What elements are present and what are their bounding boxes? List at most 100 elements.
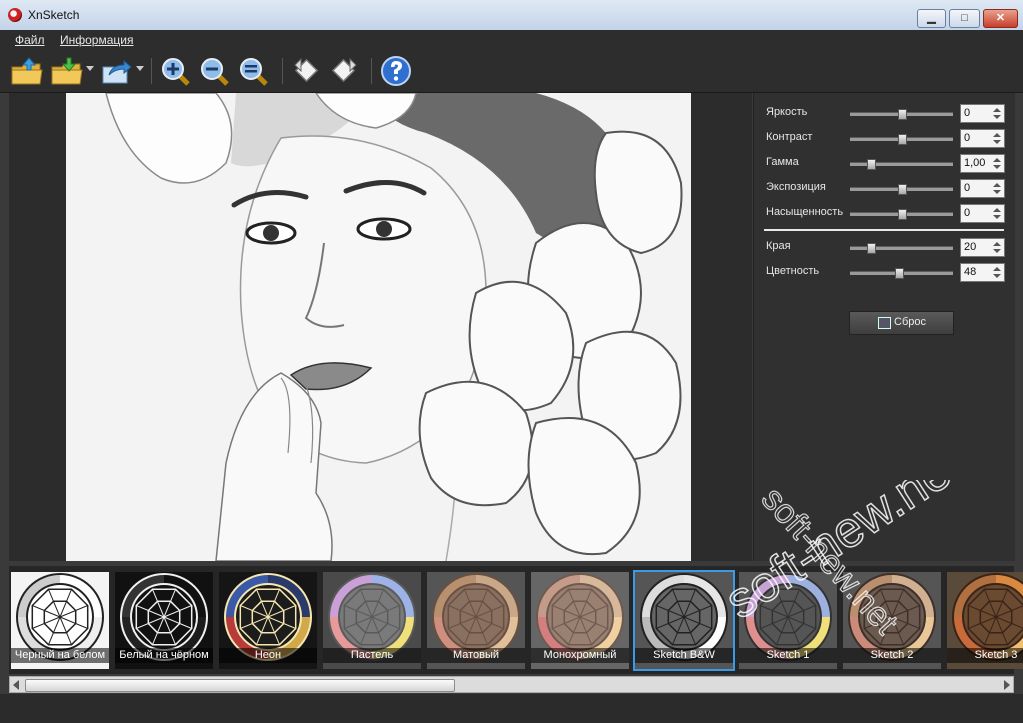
help-button[interactable]	[379, 55, 413, 87]
app-logo-icon	[8, 8, 22, 22]
preset-thumb[interactable]: Пастель	[323, 572, 421, 669]
slider-label: Цветность	[766, 265, 820, 277]
slider-thumb[interactable]	[866, 243, 876, 254]
spin-down-icon[interactable]	[993, 274, 1001, 278]
export-dropdown-caret-icon[interactable]	[136, 66, 144, 71]
spinbox-value[interactable]: 0	[964, 107, 970, 119]
slider-label: Гамма	[766, 156, 799, 168]
slider-thumb[interactable]	[897, 109, 907, 120]
spin-up-icon[interactable]	[993, 267, 1001, 271]
slider-row-2: Гамма 1,00	[754, 153, 1015, 173]
preset-thumb[interactable]: Белый на чёрном	[115, 572, 213, 669]
slider-label: Контраст	[766, 131, 813, 143]
spin-up-icon[interactable]	[993, 208, 1001, 212]
value-spinbox[interactable]: 48	[960, 263, 1005, 282]
slider-thumb[interactable]	[897, 184, 907, 195]
slider-thumb[interactable]	[866, 159, 876, 170]
adjustments-panel: Яркость 0 Контраст 0 Гамма 1,00 Экспозиция 0 Нас…	[753, 93, 1015, 561]
zoom-fit-button[interactable]	[237, 55, 271, 87]
toolbar-separator	[282, 58, 283, 84]
spin-down-icon[interactable]	[993, 249, 1001, 253]
preset-strip: Черный на белом Белый на чёрном Неон Пастел…	[9, 566, 1023, 674]
status-bar	[0, 694, 1023, 723]
slider-row-0: Края 20	[754, 237, 1015, 257]
canvas-area[interactable]	[9, 93, 752, 561]
slider-thumb[interactable]	[897, 209, 907, 220]
slider-track[interactable]	[850, 159, 953, 170]
spinbox-value[interactable]: 0	[964, 207, 970, 219]
rotate-right-button[interactable]	[327, 55, 361, 87]
scroll-right-icon[interactable]	[1004, 680, 1010, 690]
value-spinbox[interactable]: 0	[960, 104, 1005, 123]
reset-button[interactable]: Сброс	[849, 311, 954, 335]
slider-track[interactable]	[850, 268, 953, 279]
menu-info[interactable]: Информация	[60, 33, 133, 47]
slider-thumb[interactable]	[895, 268, 905, 279]
preset-thumb[interactable]: Sketch 3	[947, 572, 1023, 669]
value-spinbox[interactable]: 0	[960, 179, 1005, 198]
zoom-out-button[interactable]	[198, 55, 232, 87]
spin-up-icon[interactable]	[993, 183, 1001, 187]
maximize-button[interactable]: □	[949, 9, 980, 28]
export-icon	[102, 59, 132, 84]
preset-label: Белый на чёрном	[115, 648, 213, 663]
value-spinbox[interactable]: 0	[960, 204, 1005, 223]
value-spinbox[interactable]: 20	[960, 238, 1005, 257]
scrollbar-thumb[interactable]	[25, 679, 455, 692]
spin-up-icon[interactable]	[993, 133, 1001, 137]
close-button[interactable]: ✕	[983, 9, 1018, 28]
sketch-preview-image[interactable]	[66, 93, 691, 561]
spinbox-value[interactable]: 48	[964, 266, 976, 278]
spin-down-icon[interactable]	[993, 190, 1001, 194]
preset-thumb[interactable]: Монохромный	[531, 572, 629, 669]
slider-track[interactable]	[850, 134, 953, 145]
open-button[interactable]	[10, 55, 44, 87]
spin-up-icon[interactable]	[993, 108, 1001, 112]
value-spinbox[interactable]: 1,00	[960, 154, 1005, 173]
spinbox-value[interactable]: 1,00	[964, 157, 985, 169]
slider-track[interactable]	[850, 184, 953, 195]
spin-down-icon[interactable]	[993, 115, 1001, 119]
export-button[interactable]	[100, 55, 134, 87]
slider-row-4: Насыщенность 0	[754, 203, 1015, 223]
spin-down-icon[interactable]	[993, 165, 1001, 169]
menu-file[interactable]: Файл	[15, 33, 45, 47]
panel-divider	[764, 229, 1004, 231]
spin-down-icon[interactable]	[993, 215, 1001, 219]
preset-label: Sketch B&W	[635, 648, 733, 663]
slider-label: Экспозиция	[766, 181, 826, 193]
save-dropdown-caret-icon[interactable]	[86, 66, 94, 71]
save-button[interactable]	[50, 55, 84, 87]
slider-thumb[interactable]	[897, 134, 907, 145]
spin-down-icon[interactable]	[993, 140, 1001, 144]
zoom-fit-icon	[240, 58, 268, 86]
spin-up-icon[interactable]	[993, 158, 1001, 162]
preset-label: Неон	[219, 648, 317, 663]
slider-row-1: Контраст 0	[754, 128, 1015, 148]
maximize-icon: □	[961, 12, 968, 24]
preset-thumb[interactable]: Матовый	[427, 572, 525, 669]
preset-thumb[interactable]: Sketch 1	[739, 572, 837, 669]
spinbox-value[interactable]: 0	[964, 182, 970, 194]
preset-thumb[interactable]: Sketch B&W	[633, 570, 735, 671]
value-spinbox[interactable]: 0	[960, 129, 1005, 148]
slider-track[interactable]	[850, 209, 953, 220]
slider-track[interactable]	[850, 109, 953, 120]
slider-track[interactable]	[850, 243, 953, 254]
rotate-left-button[interactable]	[290, 55, 324, 87]
slider-row-0: Яркость 0	[754, 103, 1015, 123]
preset-thumb[interactable]: Sketch 2	[843, 572, 941, 669]
spinbox-value[interactable]: 20	[964, 241, 976, 253]
zoom-in-button[interactable]	[159, 55, 193, 87]
slider-row-1: Цветность 48	[754, 262, 1015, 282]
preset-thumb[interactable]: Черный на белом	[11, 572, 109, 669]
spinbox-value[interactable]: 0	[964, 132, 970, 144]
preset-thumb[interactable]: Неон	[219, 572, 317, 669]
horizontal-scrollbar[interactable]	[9, 676, 1014, 693]
preset-label: Монохромный	[531, 648, 629, 663]
slider-label: Края	[766, 240, 791, 252]
spin-up-icon[interactable]	[993, 242, 1001, 246]
reset-label: Сброс	[894, 316, 926, 328]
scroll-left-icon[interactable]	[13, 680, 19, 690]
minimize-button[interactable]: ▁	[917, 9, 946, 28]
